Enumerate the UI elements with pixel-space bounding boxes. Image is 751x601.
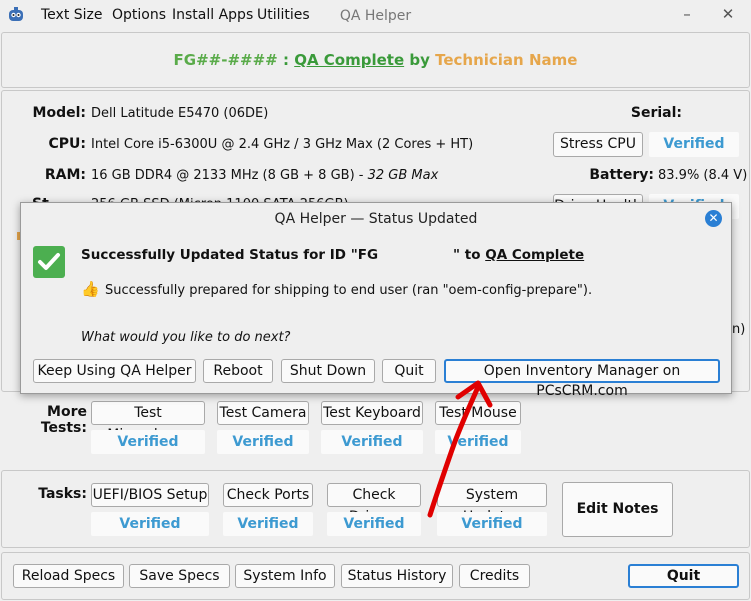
minimize-button[interactable]: –: [678, 5, 696, 23]
cpu-verified-badge: Verified: [649, 132, 739, 157]
cpu-value: Intel Core i5-6300U @ 2.4 GHz / 3 GHz Ma…: [91, 137, 474, 152]
menu-bar: Text Size Options Install Apps Utilities…: [0, 0, 751, 31]
dialog-message: Successfully prepared for shipping to en…: [105, 283, 593, 298]
ports-verified-badge: Verified: [223, 512, 313, 536]
thumbs-up-icon: 👍: [81, 280, 100, 298]
status-updated-dialog: QA Helper — Status Updated ✕ Successfull…: [20, 202, 732, 399]
tasks-label: Tasks:: [38, 486, 87, 502]
technician-name: Technician Name: [435, 51, 578, 69]
edit-notes-button[interactable]: Edit Notes: [562, 482, 673, 537]
dialog-heading-prefix: Successfully Updated Status for ID "FG: [81, 247, 379, 263]
stress-cpu-button[interactable]: Stress CPU: [553, 132, 643, 157]
credits-button[interactable]: Credits: [459, 564, 530, 588]
red-arrow-annotation-icon: [427, 380, 493, 518]
ram-max: 32 GB Max: [367, 168, 439, 183]
check-ports-button[interactable]: Check Ports: [223, 483, 313, 507]
ram-value: 16 GB DDR4 @ 2133 MHz (8 GB + 8 GB) - 32…: [91, 168, 438, 183]
dialog-heading-status: QA Complete: [485, 247, 585, 263]
header-by: by: [404, 51, 436, 69]
dialog-close-icon[interactable]: ✕: [705, 210, 722, 227]
drivers-verified-badge: Verified: [327, 512, 421, 536]
serial-label: Serial:: [630, 105, 682, 121]
keyboard-verified-badge: Verified: [321, 430, 423, 454]
uefi-verified-badge: Verified: [91, 512, 209, 536]
more-tests-label: More Tests:: [40, 404, 87, 436]
success-check-icon: [33, 246, 65, 278]
reboot-button[interactable]: Reboot: [203, 359, 273, 383]
reload-specs-button[interactable]: Reload Specs: [13, 564, 124, 588]
header-separator: :: [277, 51, 295, 69]
cpu-label: CPU:: [48, 136, 86, 152]
test-camera-button[interactable]: Test Camera: [217, 401, 309, 425]
status-link[interactable]: QA Complete: [294, 51, 404, 69]
model-value: Dell Latitude E5470 (06DE): [91, 106, 269, 121]
save-specs-button[interactable]: Save Specs: [129, 564, 230, 588]
test-keyboard-button[interactable]: Test Keyboard: [321, 401, 423, 425]
test-microphone-button[interactable]: Test Microphone: [91, 401, 205, 443]
dialog-title: QA Helper — Status Updated: [274, 211, 478, 227]
camera-verified-badge: Verified: [217, 430, 309, 454]
keep-using-button[interactable]: Keep Using QA Helper: [33, 359, 196, 383]
battery-value: 83.9% (8.4 V): [658, 168, 748, 183]
device-id: FG##-####: [173, 51, 278, 69]
status-history-button[interactable]: Status History: [341, 564, 453, 588]
microphone-verified-badge: Verified: [91, 430, 205, 454]
dialog-question: What would you like to do next?: [81, 330, 291, 345]
check-drivers-button[interactable]: Check Drivers: [327, 483, 421, 525]
header-panel: FG##-#### : QA Complete by Technician Na…: [1, 32, 750, 88]
model-label: Model:: [32, 105, 86, 121]
dialog-heading: Successfully Updated Status for ID "FG " …: [81, 247, 584, 263]
system-info-button[interactable]: System Info: [235, 564, 335, 588]
dialog-heading-mid: " to: [453, 247, 486, 263]
shut-down-button[interactable]: Shut Down: [281, 359, 375, 383]
partial-right-text: n): [732, 322, 746, 337]
quit-button[interactable]: Quit: [628, 564, 739, 588]
battery-label: Battery:: [589, 167, 654, 183]
dialog-titlebar: QA Helper — Status Updated ✕: [21, 203, 731, 233]
window-title: QA Helper: [339, 8, 412, 24]
ram-text: 16 GB DDR4 @ 2133 MHz (8 GB + 8 GB) -: [91, 168, 368, 183]
header-line: FG##-#### : QA Complete by Technician Na…: [2, 51, 749, 69]
uefi-bios-setup-button[interactable]: UEFI/BIOS Setup: [91, 483, 209, 507]
close-window-button[interactable]: ✕: [719, 5, 737, 23]
ram-label: RAM:: [44, 167, 86, 183]
